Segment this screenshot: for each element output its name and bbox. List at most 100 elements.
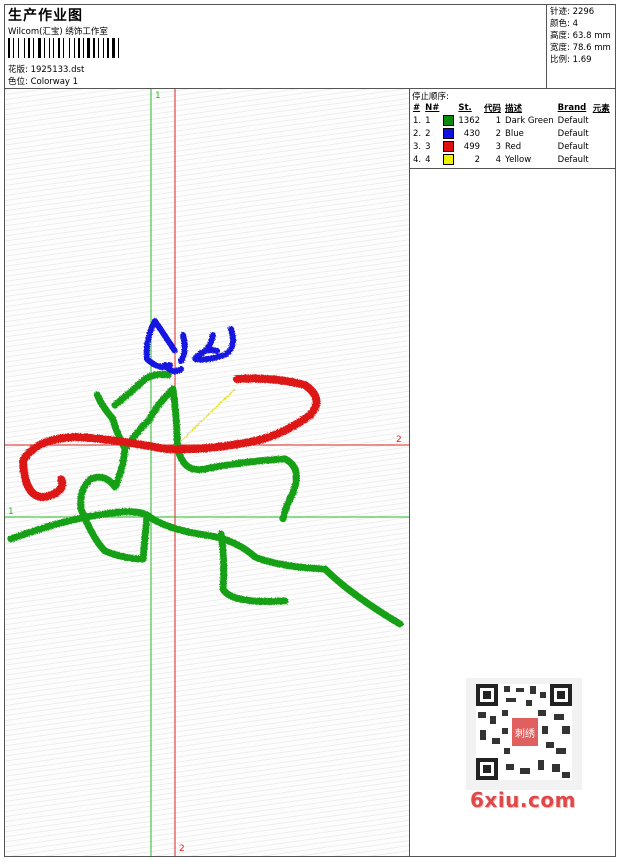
barcode-bar (49, 38, 50, 58)
stat-colors-label: 颜色: (550, 19, 570, 29)
barcode-bar (98, 38, 99, 58)
watermark-site: 6xiu.com (470, 788, 576, 812)
color-swatch (443, 128, 455, 139)
col-n: N# (425, 103, 440, 113)
barcode-bar (69, 38, 70, 58)
row-code: 1 (495, 115, 502, 126)
stop-sequence-header: # N# St. 代码 描述 Brand 元素 (411, 102, 612, 114)
barcode-bar (118, 38, 119, 58)
studio-name: Wilcom(汇宝) 绣饰工作室 (8, 27, 108, 37)
row-code: 2 (495, 128, 502, 139)
row-code: 3 (495, 141, 502, 152)
row-brand: Default (557, 154, 589, 165)
row-n: 1 (425, 115, 431, 126)
axis-label-red-right: 2 (396, 435, 402, 445)
barcode-bar (24, 38, 25, 58)
stat-stitches-value: 2296 (572, 7, 595, 17)
design-value: 1925133.dst (30, 65, 85, 75)
barcode-bar (83, 38, 84, 58)
stat-scale-value: 1.69 (572, 55, 592, 65)
row-desc: Blue (505, 128, 524, 139)
color-swatch (443, 141, 455, 152)
barcode-bar (103, 38, 104, 58)
colorway-value: Colorway 1 (30, 77, 79, 87)
row-swatch (441, 127, 456, 140)
stop-sequence-table: # N# St. 代码 描述 Brand 元素 1. 1 1362 1 Dark… (411, 102, 612, 166)
stat-colors-value: 4 (572, 19, 578, 29)
row-brand: Default (557, 141, 589, 152)
barcode-bar (38, 38, 41, 58)
row-stitches: 430 (463, 128, 481, 139)
row-brand: Default (557, 115, 589, 126)
row-element (591, 140, 612, 153)
barcode (8, 38, 144, 58)
col-element: 元素 (592, 104, 610, 114)
barcode-bar (18, 38, 19, 58)
row-element (591, 114, 612, 127)
row-n: 2 (425, 128, 431, 139)
row-desc: Red (505, 141, 522, 152)
stat-height: 高度: 63.8 mm (550, 30, 615, 42)
stat-stitches-label: 针迹: (550, 7, 570, 17)
barcode-bar (63, 38, 64, 58)
design-label: 花版: (8, 65, 28, 75)
barcode-bar (78, 38, 80, 58)
stat-scale: 比例: 1.69 (550, 54, 615, 66)
stat-colors: 颜色: 4 (550, 18, 615, 30)
col-stitches: St. (458, 103, 472, 113)
row-stitches: 1362 (458, 115, 481, 126)
page-title: 生产作业图 (8, 8, 83, 24)
row-brand: Default (557, 128, 589, 139)
design-canvas: 1 2 1 2 (5, 89, 410, 856)
table-row: 2. 2 430 2 Blue Default (411, 127, 612, 140)
col-index: # (413, 103, 421, 113)
colorway-label: 色位: (8, 77, 28, 87)
barcode-bar (112, 38, 115, 58)
stop-sequence-panel: 停止顺序: # N# St. 代码 描述 Brand 元素 1. 1 1362 … (410, 89, 615, 169)
stats-panel: 针迹: 2296 颜色: 4 高度: 63.8 mm 宽度: 78.6 mm 比… (547, 5, 615, 89)
stat-height-label: 高度: (550, 31, 570, 41)
color-swatch (443, 115, 455, 126)
row-element (591, 127, 612, 140)
barcode-bar (28, 38, 30, 58)
barcode-bar (33, 38, 34, 58)
row-index: 3. (413, 141, 422, 152)
embroidery-preview (5, 89, 409, 856)
qr-pattern: 刺绣 (476, 684, 572, 780)
col-brand: Brand (557, 103, 587, 113)
barcode-bar (58, 38, 60, 58)
barcode-bar (13, 38, 14, 58)
color-swatch (443, 154, 455, 165)
col-desc: 描述 (505, 104, 523, 114)
stat-height-value: 63.8 mm (572, 31, 611, 41)
barcode-bar (53, 38, 54, 58)
barcode-bar (44, 38, 45, 58)
stamp-text: 刺绣 (515, 727, 535, 740)
row-stitches: 2 (474, 154, 481, 165)
axis-label-green-top: 1 (155, 91, 161, 101)
colorway: 色位: Colorway 1 (8, 75, 78, 87)
green-body-stitches (7, 371, 404, 628)
row-desc: Dark Green (505, 115, 554, 126)
table-row: 4. 4 2 4 Yellow Default (411, 153, 612, 166)
yellow-stitches (180, 388, 236, 442)
stat-scale-label: 比例: (550, 55, 570, 65)
row-code: 4 (495, 154, 502, 165)
stat-stitches: 针迹: 2296 (550, 6, 615, 18)
row-swatch (441, 114, 456, 127)
qr-code: 刺绣 (476, 684, 572, 780)
barcode-bar (8, 38, 10, 58)
stat-width-value: 78.6 mm (572, 43, 611, 53)
design-file: 花版: 1925133.dst (8, 63, 84, 75)
blue-antler-stitches (143, 318, 236, 375)
col-code: 代码 (484, 104, 502, 114)
barcode-bar (93, 38, 95, 58)
row-swatch (441, 153, 456, 166)
axis-label-green-left: 1 (8, 507, 14, 517)
barcode-bar (107, 38, 109, 58)
row-index: 1. (413, 115, 422, 126)
row-swatch (441, 140, 456, 153)
stop-sequence-title: 停止顺序: (412, 92, 449, 102)
row-index: 2. (413, 128, 422, 139)
row-index: 4. (413, 154, 422, 165)
